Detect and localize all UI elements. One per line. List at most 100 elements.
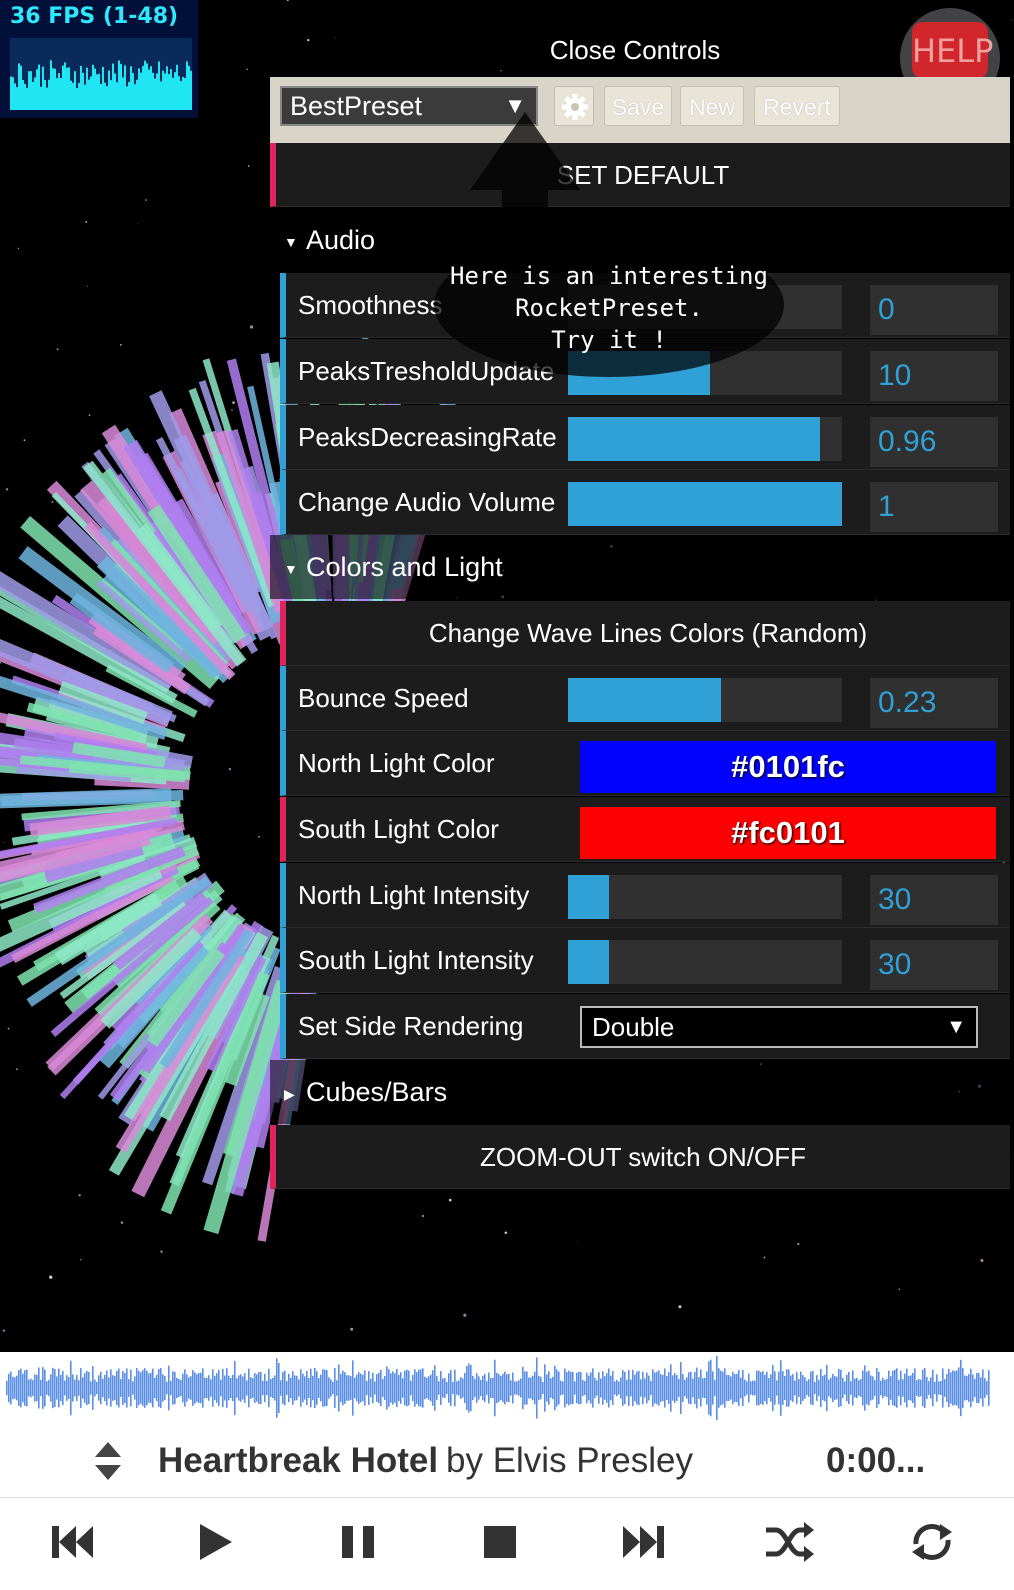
wave-lines-colors-button[interactable]: Change Wave Lines Colors (Random) — [280, 601, 1010, 666]
waveform-bar — [520, 1378, 522, 1398]
waveform-bar — [720, 1370, 722, 1406]
waveform-bar — [560, 1380, 562, 1396]
stop-icon[interactable] — [472, 1514, 528, 1570]
south-light-intensity-slider[interactable] — [568, 940, 842, 984]
peaks-decreasing-input[interactable]: 0.96 — [870, 417, 998, 467]
fps-bar — [84, 84, 86, 110]
waveform-bar — [866, 1371, 868, 1405]
star — [248, 165, 250, 167]
waveform-bar — [718, 1368, 720, 1408]
fps-bar — [20, 65, 22, 110]
revert-button[interactable]: Revert — [754, 86, 840, 126]
save-button[interactable]: Save — [604, 86, 672, 126]
waveform-bar — [600, 1378, 602, 1398]
folder-colors-light[interactable]: ▼ Colors and Light — [270, 535, 1010, 599]
repeat-icon[interactable] — [904, 1514, 960, 1570]
waveform-bar — [570, 1371, 572, 1405]
waveform-bar — [54, 1368, 56, 1408]
waveform-bar — [366, 1380, 368, 1396]
play-icon[interactable] — [186, 1514, 242, 1570]
waveform-bar — [244, 1373, 246, 1403]
sort-icon[interactable] — [94, 1442, 122, 1480]
waveform-bar — [856, 1377, 858, 1399]
waveform-bar — [410, 1380, 412, 1396]
shuffle-icon[interactable] — [760, 1514, 816, 1570]
close-controls-button[interactable]: Close Controls — [270, 30, 1000, 70]
waveform-bar — [748, 1373, 750, 1403]
waveform-bar — [70, 1360, 72, 1416]
audio-volume-input[interactable]: 1 — [870, 482, 998, 532]
waveform-bar — [192, 1370, 194, 1406]
peaks-decreasing-slider[interactable] — [568, 417, 842, 461]
north-light-intensity-input[interactable]: 30 — [870, 875, 998, 925]
star — [49, 1275, 53, 1279]
waveform-bar — [414, 1369, 416, 1407]
waveform-bar — [120, 1379, 122, 1397]
north-light-intensity-slider[interactable] — [568, 875, 842, 919]
waveform-bar — [986, 1380, 988, 1396]
waveform-bar — [424, 1376, 426, 1400]
waveform-bar — [696, 1367, 698, 1409]
waveform-bar — [478, 1376, 480, 1400]
fps-stats[interactable]: 36 FPS (1-48) — [0, 0, 198, 118]
north-light-color-swatch[interactable]: #0101fc — [580, 741, 996, 793]
waveform-bar — [572, 1371, 574, 1405]
previous-icon[interactable] — [44, 1514, 100, 1570]
waveform-bar — [154, 1377, 156, 1399]
zoom-out-button[interactable]: ZOOM-OUT switch ON/OFF — [270, 1125, 1010, 1189]
star — [797, 1243, 800, 1246]
bounce-speed-slider[interactable] — [568, 678, 842, 722]
bounce-speed-input[interactable]: 0.23 — [870, 678, 998, 728]
waveform-bar — [722, 1371, 724, 1405]
waveform-bar — [558, 1371, 560, 1405]
waveform-bar — [566, 1372, 568, 1404]
folder-cubes-bars[interactable]: ▶ Cubes/Bars — [270, 1060, 1010, 1124]
waveform-bar — [568, 1370, 570, 1406]
waveform-bar — [168, 1365, 170, 1411]
fps-bar — [78, 82, 80, 110]
pause-icon[interactable] — [330, 1514, 386, 1570]
audio-volume-slider[interactable] — [568, 482, 842, 526]
new-button[interactable]: New — [680, 86, 744, 126]
waveform-bar — [500, 1376, 502, 1400]
waveform-bar — [180, 1380, 182, 1396]
smoothness-input[interactable]: 0 — [870, 285, 998, 335]
south-light-intensity-input[interactable]: 30 — [870, 940, 998, 990]
fps-bar — [126, 86, 128, 110]
waveform-bar — [920, 1379, 922, 1397]
fps-bar — [136, 79, 138, 110]
waveform-bar — [418, 1369, 420, 1407]
waveform-bar — [518, 1380, 520, 1396]
waveform-bar — [372, 1372, 374, 1404]
waveform-bar — [90, 1381, 92, 1395]
fps-bar — [152, 72, 154, 110]
waveform-bar — [378, 1372, 380, 1404]
waveform-bar — [848, 1371, 850, 1405]
waveform-bar — [232, 1374, 234, 1402]
fps-bar — [146, 63, 148, 110]
waveform-bar — [616, 1379, 618, 1397]
side-rendering-select[interactable]: Double ▼ — [580, 1006, 978, 1048]
fps-bar — [166, 66, 168, 110]
waveform-bar — [50, 1374, 52, 1402]
dropdown-arrow-icon: ▼ — [946, 1016, 966, 1038]
waveform-bar — [988, 1370, 990, 1406]
fps-bar — [144, 60, 146, 110]
waveform-bar — [242, 1376, 244, 1400]
next-icon[interactable] — [616, 1514, 672, 1570]
waveform-bar — [816, 1375, 818, 1401]
waveform[interactable] — [0, 1352, 1014, 1424]
south-light-color-label: South Light Color — [298, 814, 499, 844]
waveform-bar — [246, 1380, 248, 1396]
waveform-bar — [700, 1369, 702, 1407]
set-default-button[interactable]: SET DEFAULT — [270, 143, 1010, 207]
waveform-bar — [766, 1371, 768, 1405]
waveform-bar — [134, 1376, 136, 1400]
waveform-bar — [892, 1370, 894, 1406]
star — [504, 1231, 508, 1234]
waveform-bar — [712, 1371, 714, 1405]
folder-cubes-bars-title: Cubes/Bars — [306, 1077, 448, 1107]
south-light-color-swatch[interactable]: #fc0101 — [580, 807, 996, 859]
peaks-threshold-input[interactable]: 10 — [870, 351, 998, 401]
waveform-bar — [836, 1376, 838, 1400]
